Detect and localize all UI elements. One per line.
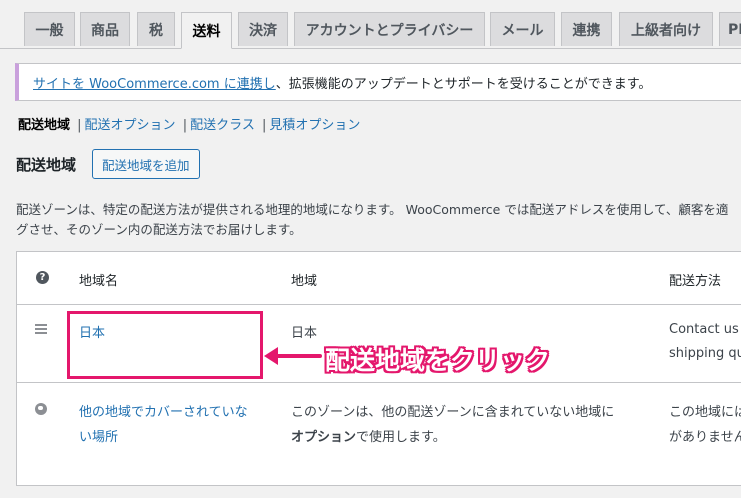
zone-region-bold: オプション xyxy=(291,430,357,445)
tab-products[interactable]: 商品 xyxy=(80,12,130,46)
globe-icon xyxy=(35,403,47,415)
zone-region-rest: で使用します。 xyxy=(356,430,446,445)
zone-name-link[interactable]: 他の地域でカバーされていな xyxy=(79,401,248,420)
description-line: 配送ゾーンは、特定の配送方法が提供される地理的地域になります。 WooComme… xyxy=(16,202,729,217)
tab-pdf[interactable]: PD xyxy=(719,12,741,46)
subnav-separator: | xyxy=(77,118,82,133)
tab-general[interactable]: 一般 xyxy=(24,12,75,46)
tab-accounts-privacy[interactable]: アカウントとプライバシー xyxy=(294,12,485,46)
add-shipping-zone-button[interactable]: 配送地域を追加 xyxy=(92,149,200,179)
zone-methods: がありません xyxy=(669,430,741,445)
zone-region: 日本 xyxy=(291,326,318,341)
description-line: グさせ、そのゾーン内の配送方法でお届けします。 xyxy=(16,222,302,237)
connect-woocommerce-link[interactable]: サイトを WooCommerce.com に連携し xyxy=(33,73,276,92)
zone-region: このゾーンは、他の配送ゾーンに含まれていない地域に xyxy=(291,405,615,420)
subnav-shipping-options[interactable]: 配送オプション xyxy=(85,118,176,133)
connect-notice: サイトを WooCommerce.com に連携し 、拡張機能のアップデートとサ… xyxy=(15,63,741,101)
subnav-shipping-zones: 配送地域 xyxy=(18,118,71,133)
help-icon[interactable]: ? xyxy=(36,271,49,284)
tab-integration[interactable]: 連携 xyxy=(561,12,612,46)
header-shipping-methods: 配送方法 xyxy=(669,274,722,289)
settings-tabs: 一般 商品 税 送料 決済 アカウントとプライバシー メール 連携 上級者向け … xyxy=(0,0,741,49)
table-header: ? 地域名 地域 配送方法 xyxy=(17,252,741,305)
tab-advanced[interactable]: 上級者向け xyxy=(619,12,713,46)
highlight-box xyxy=(67,311,263,379)
tab-tax[interactable]: 税 xyxy=(137,12,175,46)
drag-handle-icon[interactable] xyxy=(35,324,47,336)
notice-text: 、拡張機能のアップデートとサポートを受けることができます。 xyxy=(275,76,652,92)
zone-methods: この地域には xyxy=(669,405,741,420)
header-zone-name: 地域名 xyxy=(79,274,119,289)
tab-emails[interactable]: メール xyxy=(490,12,555,46)
table-row[interactable]: 他の地域でカバーされていな い場所 このゾーンは、他の配送ゾーンに含まれていない… xyxy=(17,383,741,486)
header-region: 地域 xyxy=(291,274,318,289)
subnav-estimate-options[interactable]: 見積オプション xyxy=(269,118,360,133)
zone-methods: shipping quo xyxy=(669,346,741,361)
annotation-callout: 配送地域をクリック xyxy=(325,346,551,375)
page-title: 配送地域 xyxy=(16,156,77,174)
subnav-shipping-classes[interactable]: 配送クラス xyxy=(190,118,255,133)
tab-payments[interactable]: 決済 xyxy=(238,12,288,46)
subnav-separator: | xyxy=(261,118,267,133)
zone-methods: Contact us to xyxy=(669,322,741,337)
tab-shipping[interactable]: 送料 xyxy=(181,12,232,49)
zone-name-link[interactable]: い場所 xyxy=(79,426,118,445)
shipping-zones-description: 配送ゾーンは、特定の配送方法が提供される地理的地域になります。 WooComme… xyxy=(16,200,741,240)
pointer-arrow-icon xyxy=(264,347,322,365)
zone-region: オプションで使用します。 xyxy=(291,426,446,445)
shipping-subnav: 配送地域 | 配送オプション | 配送クラス | 見積オプション xyxy=(18,114,360,133)
subnav-separator: | xyxy=(182,118,188,133)
